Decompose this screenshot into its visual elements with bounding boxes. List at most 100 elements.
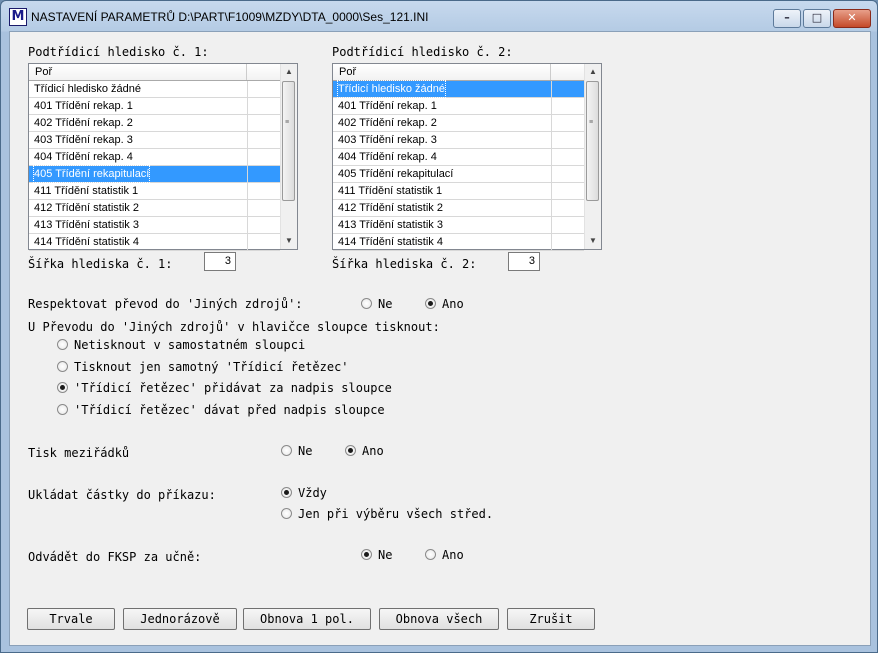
tisk-ne-label[interactable]: Ne bbox=[298, 444, 312, 458]
grip-icon: ≡ bbox=[285, 119, 290, 126]
jednorazove-button[interactable]: Jednorázově bbox=[123, 608, 237, 630]
list-item-label: 405 Třídění rekapitulací bbox=[32, 165, 151, 183]
hlavicka-option-2-radio[interactable] bbox=[57, 382, 68, 393]
hlavicka-option-0-radio[interactable] bbox=[57, 339, 68, 350]
tisk-label: Tisk meziřádků bbox=[28, 446, 130, 460]
list1-header-por[interactable]: Poř bbox=[29, 64, 247, 80]
list2-rows: Třídicí hledisko žádné 401 Třídění rekap.… bbox=[333, 80, 584, 251]
list-item-label: 411 Třídění statistik 1 bbox=[338, 185, 443, 197]
list-item-label: 405 Třídění rekapitulací bbox=[338, 168, 454, 180]
zrusit-button[interactable]: Zrušit bbox=[507, 608, 595, 630]
list-item-label: 404 Třídění rekap. 4 bbox=[34, 151, 133, 163]
list-item-label: 412 Třídění statistik 2 bbox=[34, 202, 139, 214]
list2-width-input[interactable]: 3 bbox=[508, 252, 540, 271]
respektovat-label: Respektovat převod do 'Jiných zdrojů': bbox=[28, 297, 303, 311]
respektovat-ne-label[interactable]: Ne bbox=[378, 297, 392, 311]
respektovat-ano-radio[interactable] bbox=[425, 298, 436, 309]
list-item[interactable]: 411 Třídění statistik 1 bbox=[29, 183, 280, 200]
title-bar[interactable]: M NASTAVENÍ PARAMETRŮ D:\PART\F1009\MZDY… bbox=[1, 1, 877, 31]
list-item[interactable]: 402 Třídění rekap. 2 bbox=[29, 115, 280, 132]
list-item-label: 403 Třídění rekap. 3 bbox=[338, 134, 437, 146]
list-item[interactable]: 414 Třídění statistik 4 bbox=[333, 234, 584, 251]
list-item[interactable]: 403 Třídění rekap. 3 bbox=[333, 132, 584, 149]
list2-scrollbar[interactable]: ▲ ≡ ▼ bbox=[584, 64, 601, 249]
list-item[interactable]: 405 Třídění rekapitulací bbox=[333, 166, 584, 183]
scroll-down-icon[interactable]: ▼ bbox=[281, 233, 297, 249]
ukladat-vzdy-label[interactable]: Vždy bbox=[298, 486, 327, 500]
list-item[interactable]: 404 Třídění rekap. 4 bbox=[29, 149, 280, 166]
ukladat-jen-radio[interactable] bbox=[281, 508, 292, 519]
fksp-ne-label[interactable]: Ne bbox=[378, 548, 392, 562]
list-item-label: 414 Třídění statistik 4 bbox=[34, 236, 139, 248]
fksp-ne-radio[interactable] bbox=[361, 549, 372, 560]
scroll-thumb[interactable] bbox=[282, 81, 295, 201]
trvale-button[interactable]: Trvale bbox=[27, 608, 115, 630]
list2-header[interactable]: Poř bbox=[333, 64, 584, 81]
list-item[interactable]: 414 Třídění statistik 4 bbox=[29, 234, 280, 251]
list-item[interactable]: 411 Třídění statistik 1 bbox=[333, 183, 584, 200]
ukladat-jen-label[interactable]: Jen při výběru všech střed. bbox=[298, 507, 493, 521]
obnova-1-pol-button[interactable]: Obnova 1 pol. bbox=[243, 608, 371, 630]
respektovat-ne-radio[interactable] bbox=[361, 298, 372, 309]
fksp-ano-radio[interactable] bbox=[425, 549, 436, 560]
list-item[interactable]: 413 Třídění statistik 3 bbox=[333, 217, 584, 234]
list-item-label: 402 Třídění rekap. 2 bbox=[338, 117, 437, 129]
hlavicka-option-2[interactable]: 'Třídicí řetězec' přidávat za nadpis slo… bbox=[74, 381, 392, 395]
list-item-label: 414 Třídění statistik 4 bbox=[338, 236, 443, 248]
list1-scrollbar[interactable]: ▲ ≡ ▼ bbox=[280, 64, 297, 249]
scroll-down-icon[interactable]: ▼ bbox=[585, 233, 601, 249]
respektovat-ano-label[interactable]: Ano bbox=[442, 297, 464, 311]
maximize-button[interactable]: □ bbox=[803, 9, 831, 28]
list-item[interactable]: Třídicí hledisko žádné bbox=[29, 81, 280, 98]
list-item-label: 412 Třídění statistik 2 bbox=[338, 202, 443, 214]
list-item-label: 404 Třídění rekap. 4 bbox=[338, 151, 437, 163]
hlavicka-label: U Převodu do 'Jiných zdrojů' v hlavičce … bbox=[28, 320, 440, 334]
fksp-ano-label[interactable]: Ano bbox=[442, 548, 464, 562]
tisk-ano-radio[interactable] bbox=[345, 445, 356, 456]
close-button[interactable]: ✕ bbox=[833, 9, 871, 28]
scroll-up-icon[interactable]: ▲ bbox=[585, 64, 601, 80]
list2-listbox[interactable]: Poř Třídicí hledisko žádné 401 Třídění re… bbox=[332, 63, 602, 251]
obnova-vsech-button[interactable]: Obnova všech bbox=[379, 608, 499, 630]
hlavicka-option-3[interactable]: 'Třídicí řetězec' dávat před nadpis slou… bbox=[74, 403, 385, 417]
hlavicka-option-1[interactable]: Tisknout jen samotný 'Třídicí řetězec' bbox=[74, 360, 349, 374]
list-item-label: 402 Třídění rekap. 2 bbox=[34, 117, 133, 129]
list-item[interactable]: 401 Třídění rekap. 1 bbox=[29, 98, 280, 115]
scroll-thumb[interactable] bbox=[586, 81, 599, 201]
list-item[interactable]: 405 Třídění rekapitulací bbox=[29, 165, 280, 183]
list1-width-input[interactable]: 3 bbox=[204, 252, 236, 271]
list-item-label: 413 Třídění statistik 3 bbox=[338, 219, 443, 231]
hlavicka-option-1-radio[interactable] bbox=[57, 361, 68, 372]
list1-header[interactable]: Poř bbox=[29, 64, 280, 81]
list-item[interactable]: 403 Třídění rekap. 3 bbox=[29, 132, 280, 149]
list-item[interactable]: 413 Třídění statistik 3 bbox=[29, 217, 280, 234]
list1-rows: Třídicí hledisko žádné 401 Třídění rekap.… bbox=[29, 81, 280, 251]
list-item[interactable]: 401 Třídění rekap. 1 bbox=[333, 98, 584, 115]
scroll-up-icon[interactable]: ▲ bbox=[281, 64, 297, 80]
list-item-label: 411 Třídění statistik 1 bbox=[34, 185, 139, 197]
list2-width-label: Šířka hlediska č. 2: bbox=[332, 257, 477, 271]
hlavicka-option-0[interactable]: Netisknout v samostatném sloupci bbox=[74, 338, 305, 352]
list-item-label: 413 Třídění statistik 3 bbox=[34, 219, 139, 231]
list-item-label: Třídicí hledisko žádné bbox=[34, 83, 141, 95]
tisk-ano-label[interactable]: Ano bbox=[362, 444, 384, 458]
list-item-label: 401 Třídění rekap. 1 bbox=[338, 100, 437, 112]
tisk-ne-radio[interactable] bbox=[281, 445, 292, 456]
minimize-button[interactable]: – bbox=[773, 9, 801, 28]
list-item[interactable]: 412 Třídění statistik 2 bbox=[333, 200, 584, 217]
list1-label: Podtřídicí hledisko č. 1: bbox=[28, 45, 209, 59]
list-item[interactable]: 412 Třídění statistik 2 bbox=[29, 200, 280, 217]
list2-header-por[interactable]: Poř bbox=[333, 64, 551, 80]
dialog-body: Podtřídicí hledisko č. 1: Poř Třídicí hl… bbox=[9, 31, 871, 646]
hlavicka-option-3-radio[interactable] bbox=[57, 404, 68, 415]
list-item[interactable]: Třídicí hledisko žádné bbox=[333, 80, 584, 98]
ukladat-vzdy-radio[interactable] bbox=[281, 487, 292, 498]
list-item-label: 401 Třídění rekap. 1 bbox=[34, 100, 133, 112]
list-item[interactable]: 402 Třídění rekap. 2 bbox=[333, 115, 584, 132]
list1-listbox[interactable]: Poř Třídicí hledisko žádné 401 Třídění re… bbox=[28, 63, 298, 251]
ukladat-label: Ukládat částky do příkazu: bbox=[28, 488, 216, 502]
app-logo-icon: M bbox=[9, 8, 27, 26]
list-item-label: Třídicí hledisko žádné bbox=[337, 80, 446, 98]
list-item[interactable]: 404 Třídění rekap. 4 bbox=[333, 149, 584, 166]
fksp-label: Odvádět do FKSP za učně: bbox=[28, 550, 202, 564]
